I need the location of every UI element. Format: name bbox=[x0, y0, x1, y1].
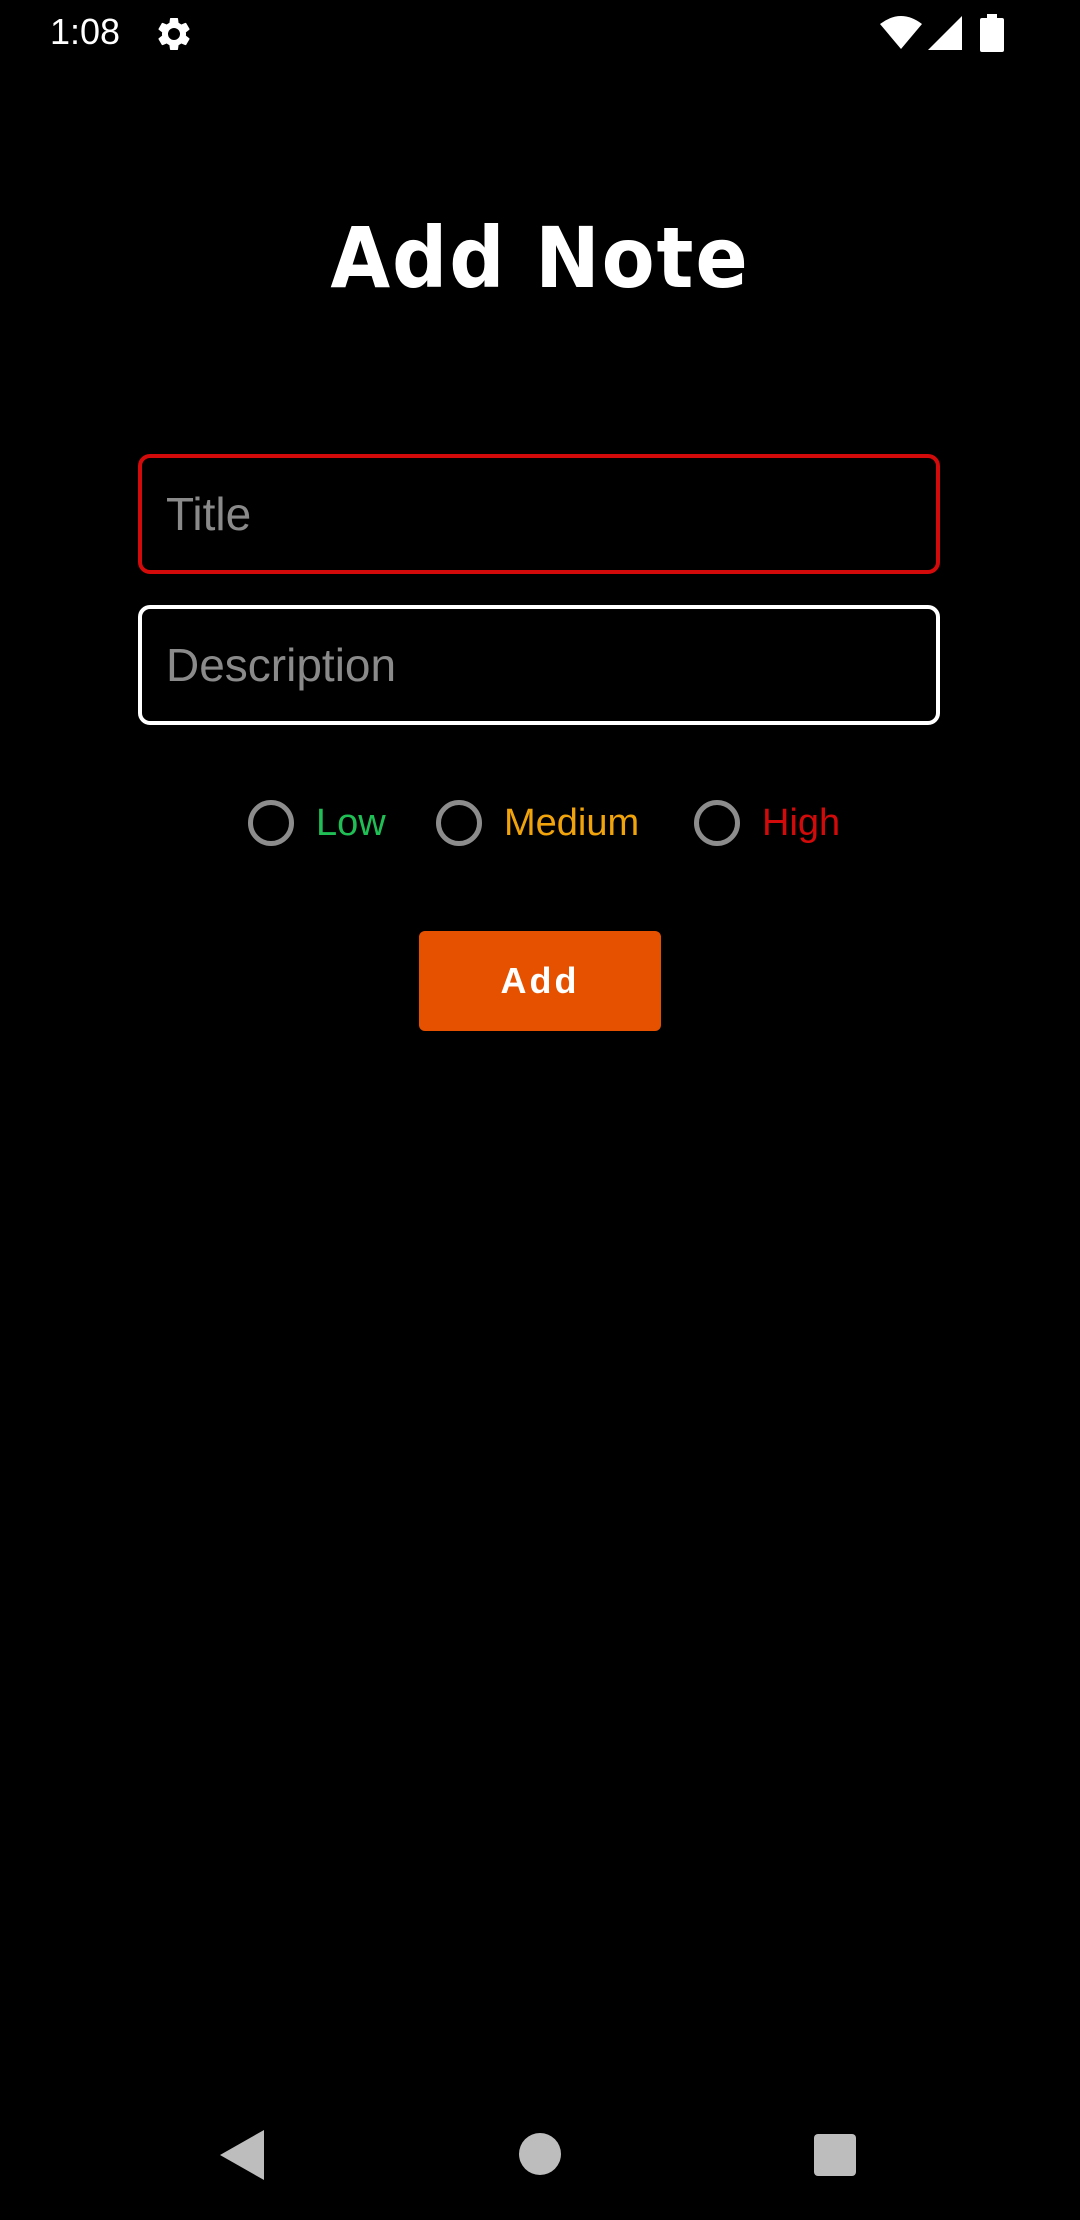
back-icon[interactable] bbox=[220, 2130, 264, 2180]
signal-icon bbox=[928, 16, 962, 50]
priority-radio-medium[interactable]: Medium bbox=[436, 790, 639, 856]
priority-label-medium: Medium bbox=[504, 802, 640, 844]
add-button[interactable]: Add bbox=[419, 931, 661, 1031]
priority-label-high: High bbox=[762, 802, 841, 844]
recents-icon[interactable] bbox=[814, 2134, 856, 2176]
priority-radio-high[interactable]: High bbox=[694, 790, 840, 856]
radio-button-icon[interactable] bbox=[248, 800, 294, 846]
add-note-screen: 1:08 Add Note Low Medium High A bbox=[0, 0, 1080, 2220]
radio-button-icon[interactable] bbox=[694, 800, 740, 846]
title-field[interactable] bbox=[138, 454, 940, 574]
radio-button-icon[interactable] bbox=[436, 800, 482, 846]
status-time: 1:08 bbox=[50, 11, 121, 52]
status-bar: 1:08 bbox=[0, 0, 1080, 66]
battery-icon bbox=[980, 14, 1004, 52]
wifi-icon bbox=[880, 16, 922, 49]
navigation-bar bbox=[0, 2090, 1080, 2220]
gear-icon bbox=[158, 17, 190, 50]
home-icon[interactable] bbox=[518, 2132, 562, 2176]
description-input[interactable] bbox=[166, 609, 906, 721]
priority-radio-low[interactable]: Low bbox=[248, 790, 386, 856]
description-field[interactable] bbox=[138, 605, 940, 725]
title-input[interactable] bbox=[166, 458, 906, 570]
priority-label-low: Low bbox=[316, 802, 386, 844]
page-title: Add Note bbox=[330, 209, 750, 307]
